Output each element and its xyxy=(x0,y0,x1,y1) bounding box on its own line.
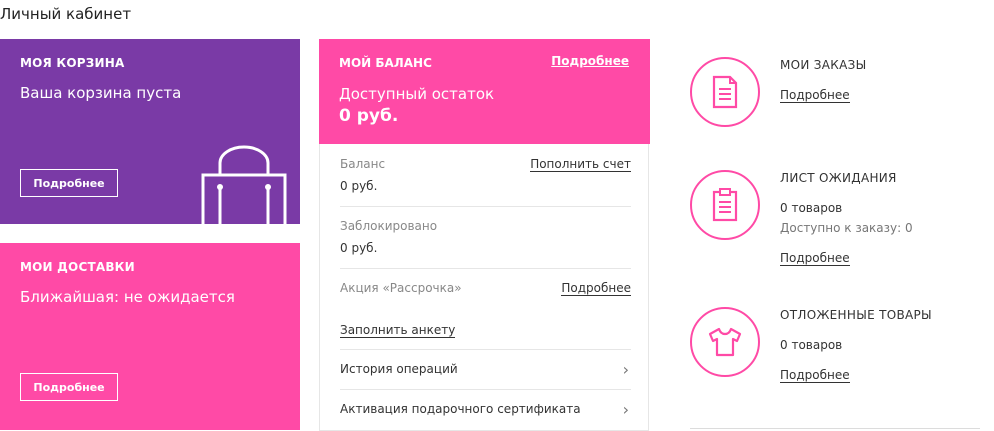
cart-card: МОЯ КОРЗИНА Ваша корзина пуста Подробнее xyxy=(0,39,300,224)
installment-more-link[interactable]: Подробнее xyxy=(561,281,631,296)
cart-label: МОЯ КОРЗИНА xyxy=(20,56,125,70)
deferred-more-link[interactable]: Подробнее xyxy=(780,368,850,383)
clipboard-icon xyxy=(712,188,738,222)
waitlist-available: Доступно к заказу: 0 xyxy=(780,221,913,235)
fill-form-link[interactable]: Заполнить анкету xyxy=(340,323,456,338)
deferred-title: ОТЛОЖЕННЫЕ ТОВАРЫ xyxy=(780,308,932,322)
cart-details-button[interactable]: Подробнее xyxy=(20,169,118,197)
orders-title: МОИ ЗАКАЗЫ xyxy=(780,58,867,72)
delivery-label: МОИ ДОСТАВКИ xyxy=(20,260,135,274)
waitlist-title: ЛИСТ ОЖИДАНИЯ xyxy=(780,171,897,185)
fill-form-wrap: Заполнить анкету xyxy=(340,319,456,338)
divider xyxy=(340,268,631,269)
tshirt-icon xyxy=(708,327,742,357)
orders-more-link[interactable]: Подробнее xyxy=(780,88,850,103)
installment-row: Акция «Рассрочка» Подробнее xyxy=(340,281,631,296)
cart-status: Ваша корзина пуста xyxy=(20,84,182,102)
waitlist-more-link[interactable]: Подробнее xyxy=(780,251,850,266)
blocked-label: Заблокировано xyxy=(340,219,438,233)
balance-label: МОЙ БАЛАНС xyxy=(339,56,432,70)
operations-history-label: История операций xyxy=(340,362,458,376)
document-icon xyxy=(712,75,738,109)
gift-certificate-label: Активация подарочного сертификата xyxy=(340,402,581,416)
shopping-bag-icon xyxy=(201,145,287,224)
blocked-value: 0 руб. xyxy=(340,241,378,255)
orders-circle xyxy=(690,57,760,127)
gift-certificate-item[interactable]: Активация подарочного сертификата › xyxy=(340,400,631,422)
waitlist-count: 0 товаров xyxy=(780,201,843,215)
blocked-row: Заблокировано 0 руб. xyxy=(340,219,631,255)
balance-more-link[interactable]: Подробнее xyxy=(551,54,629,68)
divider xyxy=(340,349,631,350)
balance-header: МОЙ БАЛАНС Подробнее Доступный остаток 0… xyxy=(319,39,650,144)
balance-panel: МОЙ БАЛАНС Подробнее Доступный остаток 0… xyxy=(319,39,650,431)
available-amount: 0 руб. xyxy=(339,106,399,126)
chevron-right-icon: › xyxy=(622,400,629,419)
divider xyxy=(690,428,980,429)
waitlist-circle xyxy=(690,170,760,240)
divider xyxy=(340,206,631,207)
available-label: Доступный остаток xyxy=(339,85,495,103)
operations-history-item[interactable]: История операций › xyxy=(340,360,631,382)
delivery-details-button[interactable]: Подробнее xyxy=(20,373,118,401)
delivery-card: МОИ ДОСТАВКИ Ближайшая: не ожидается Под… xyxy=(0,243,300,430)
deferred-circle xyxy=(690,307,760,377)
deferred-count: 0 товаров xyxy=(780,338,843,352)
top-up-link[interactable]: Пополнить счет xyxy=(530,157,631,172)
page-title: Личный кабинет xyxy=(0,5,132,23)
balance-row-value: 0 руб. xyxy=(340,179,378,193)
divider xyxy=(340,389,631,390)
delivery-status: Ближайшая: не ожидается xyxy=(20,288,235,306)
balance-row: Баланс 0 руб. Пополнить счет xyxy=(340,157,631,193)
chevron-right-icon: › xyxy=(622,360,629,379)
